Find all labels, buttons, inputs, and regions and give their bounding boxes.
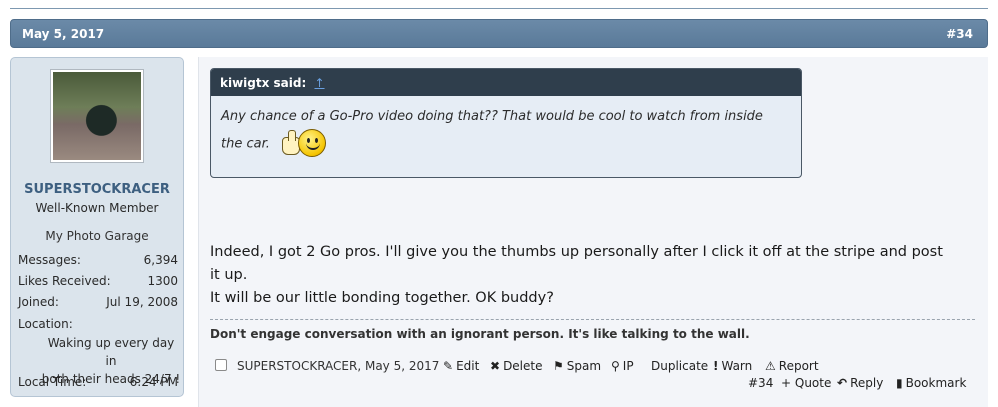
post-number-link[interactable]: #34 <box>946 27 973 41</box>
ip-label: IP <box>622 359 634 373</box>
delete-button[interactable]: ✖ Delete <box>490 359 543 373</box>
avatar-image <box>53 72 141 160</box>
stat-value[interactable]: 6,394 <box>144 253 178 267</box>
message-body: Indeed, I got 2 Go pros. I'll give you t… <box>210 241 980 310</box>
post-header-bar: May 5, 2017 #34 <box>10 19 988 48</box>
quote-header: kiwigtx said: ↑ <box>211 69 801 96</box>
edit-button[interactable]: ✎ Edit <box>443 359 479 373</box>
stat-label: Likes Received: <box>18 274 111 288</box>
pencil-icon: ✎ <box>443 359 454 373</box>
username-link[interactable]: SUPERSTOCKRACER <box>11 182 183 197</box>
location-line: Waking up every day in <box>47 336 175 368</box>
exclamation-icon: ! <box>713 359 719 373</box>
stat-value: 6:24 PM <box>129 375 178 389</box>
reply-button[interactable]: ↶ Reply <box>837 376 883 390</box>
duplicate-button[interactable]: Duplicate <box>651 359 708 373</box>
stat-label: Messages: <box>18 253 81 267</box>
quote-jump-link[interactable]: ↑ <box>314 76 324 90</box>
post-date: May 5, 2017 <box>22 27 105 41</box>
stat-label: Location: <box>18 317 73 331</box>
x-icon: ✖ <box>490 359 501 373</box>
stat-label: Joined: <box>18 295 59 309</box>
permalink[interactable]: #34 <box>748 376 773 390</box>
user-title: Well-Known Member <box>35 201 159 215</box>
edit-label: Edit <box>456 359 480 373</box>
stat-label: Local Time: <box>18 375 87 389</box>
search-icon: ⚲ <box>611 359 620 373</box>
stat-value: 1300 <box>147 274 178 288</box>
warning-icon: ⚠ <box>765 359 776 373</box>
ip-button[interactable]: ⚲ IP <box>611 359 634 373</box>
delete-label: Delete <box>503 359 543 373</box>
bookmark-icon: ▮ <box>896 376 903 390</box>
message-line: It will be our little bonding together. … <box>210 290 554 306</box>
stat-value: Jul 19, 2008 <box>106 295 178 309</box>
quote-button[interactable]: + Quote <box>781 376 831 390</box>
message-line: it up. <box>210 267 248 283</box>
quote-body: Any chance of a Go-Pro video doing that?… <box>211 96 801 162</box>
spam-label: Spam <box>566 359 602 373</box>
signature: Don't engage conversation with an ignora… <box>210 327 750 341</box>
user-info-sidebar: SUPERSTOCKRACER Well-Known Member My Pho… <box>10 57 184 397</box>
photo-garage-link[interactable]: My Photo Garage <box>11 229 183 243</box>
quote-text: Any chance of a Go-Pro video doing that?… <box>221 109 763 124</box>
reply-arrow-icon: ↶ <box>837 376 848 390</box>
top-divider <box>10 8 988 9</box>
select-post-checkbox[interactable] <box>215 359 227 371</box>
warn-button[interactable]: ! Warn <box>713 359 752 373</box>
thumbs-up-smiley-icon <box>280 127 328 161</box>
quote-block: kiwigtx said: ↑ Any chance of a Go-Pro v… <box>210 68 802 178</box>
quote-text: the car. <box>221 136 270 152</box>
spam-button[interactable]: ⚑ Spam <box>553 359 601 373</box>
bookmark-button[interactable]: ▮ Bookmark <box>896 376 966 390</box>
post-content: kiwigtx said: ↑ Any chance of a Go-Pro v… <box>198 57 988 407</box>
reply-label: Reply <box>850 376 884 390</box>
report-button[interactable]: ⚠ Report <box>765 359 819 373</box>
quote-author: kiwigtx said: <box>220 76 307 90</box>
report-label: Report <box>778 359 819 373</box>
author-date-link[interactable]: SUPERSTOCKRACER, May 5, 2017 <box>237 359 439 373</box>
flag-icon: ⚑ <box>553 359 564 373</box>
message-line: Indeed, I got 2 Go pros. I'll give you t… <box>210 244 943 260</box>
avatar[interactable] <box>50 69 144 163</box>
bookmark-label: Bookmark <box>905 376 967 390</box>
signature-divider <box>210 319 975 320</box>
warn-label: Warn <box>721 359 753 373</box>
